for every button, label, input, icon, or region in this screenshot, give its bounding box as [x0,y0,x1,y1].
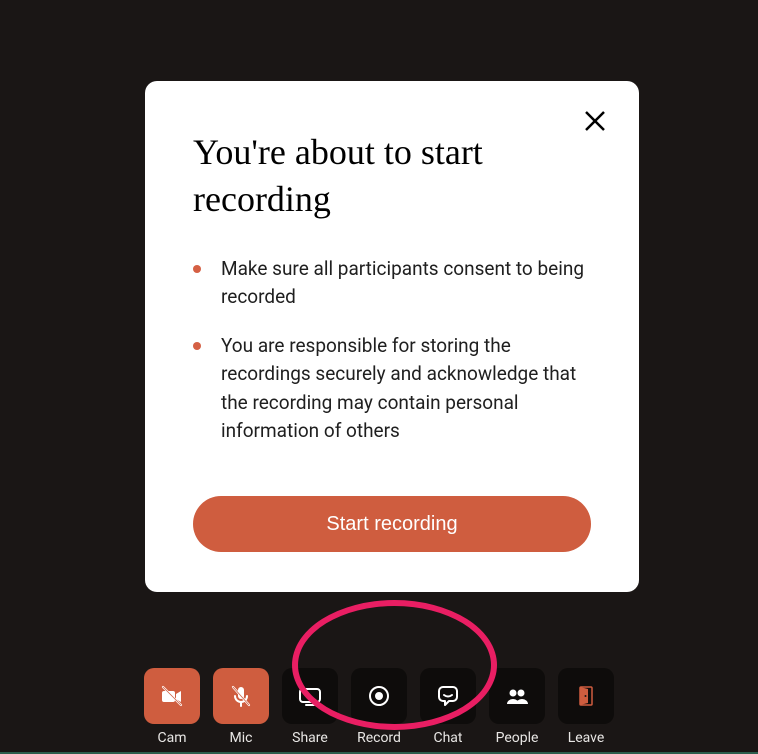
leave-tool-item: Leave [558,668,614,746]
start-recording-button[interactable]: Start recording [193,496,591,552]
chat-label: Chat [433,730,462,746]
people-button[interactable] [489,668,545,724]
bullet-text: You are responsible for storing the reco… [221,332,591,446]
screen-share-icon [296,682,324,710]
mic-label: Mic [230,730,253,746]
record-button[interactable] [351,668,407,724]
cam-button[interactable] [144,668,200,724]
leave-button[interactable] [558,668,614,724]
bullet-dot-icon [193,265,201,273]
close-icon [584,110,606,132]
modal-bullet-list: Make sure all participants consent to be… [193,255,591,496]
chat-tool-item: Chat [420,668,476,746]
camera-off-icon [158,682,186,710]
record-label: Record [357,730,401,746]
modal-title: You're about to start recording [193,129,591,223]
mic-tool-item: Mic [213,668,269,746]
bullet-dot-icon [193,342,201,350]
share-button[interactable] [282,668,338,724]
recording-modal: You're about to start recording Make sur… [145,81,639,592]
chat-icon [434,682,462,710]
people-tool-item: People [489,668,545,746]
call-toolbar: Cam Mic Share [0,668,758,752]
bullet-item: You are responsible for storing the reco… [193,332,591,446]
record-tool-item: Record [351,668,407,746]
mic-off-icon [227,682,255,710]
leave-door-icon [572,682,600,710]
mic-button[interactable] [213,668,269,724]
bullet-item: Make sure all participants consent to be… [193,255,591,312]
cam-label: Cam [157,730,186,746]
people-icon [503,682,531,710]
share-tool-item: Share [282,668,338,746]
people-label: People [496,730,539,746]
share-label: Share [292,730,328,746]
record-icon [365,682,393,710]
cam-tool-item: Cam [144,668,200,746]
leave-label: Leave [568,730,605,746]
chat-button[interactable] [420,668,476,724]
bullet-text: Make sure all participants consent to be… [221,255,591,312]
close-button[interactable] [579,105,611,137]
